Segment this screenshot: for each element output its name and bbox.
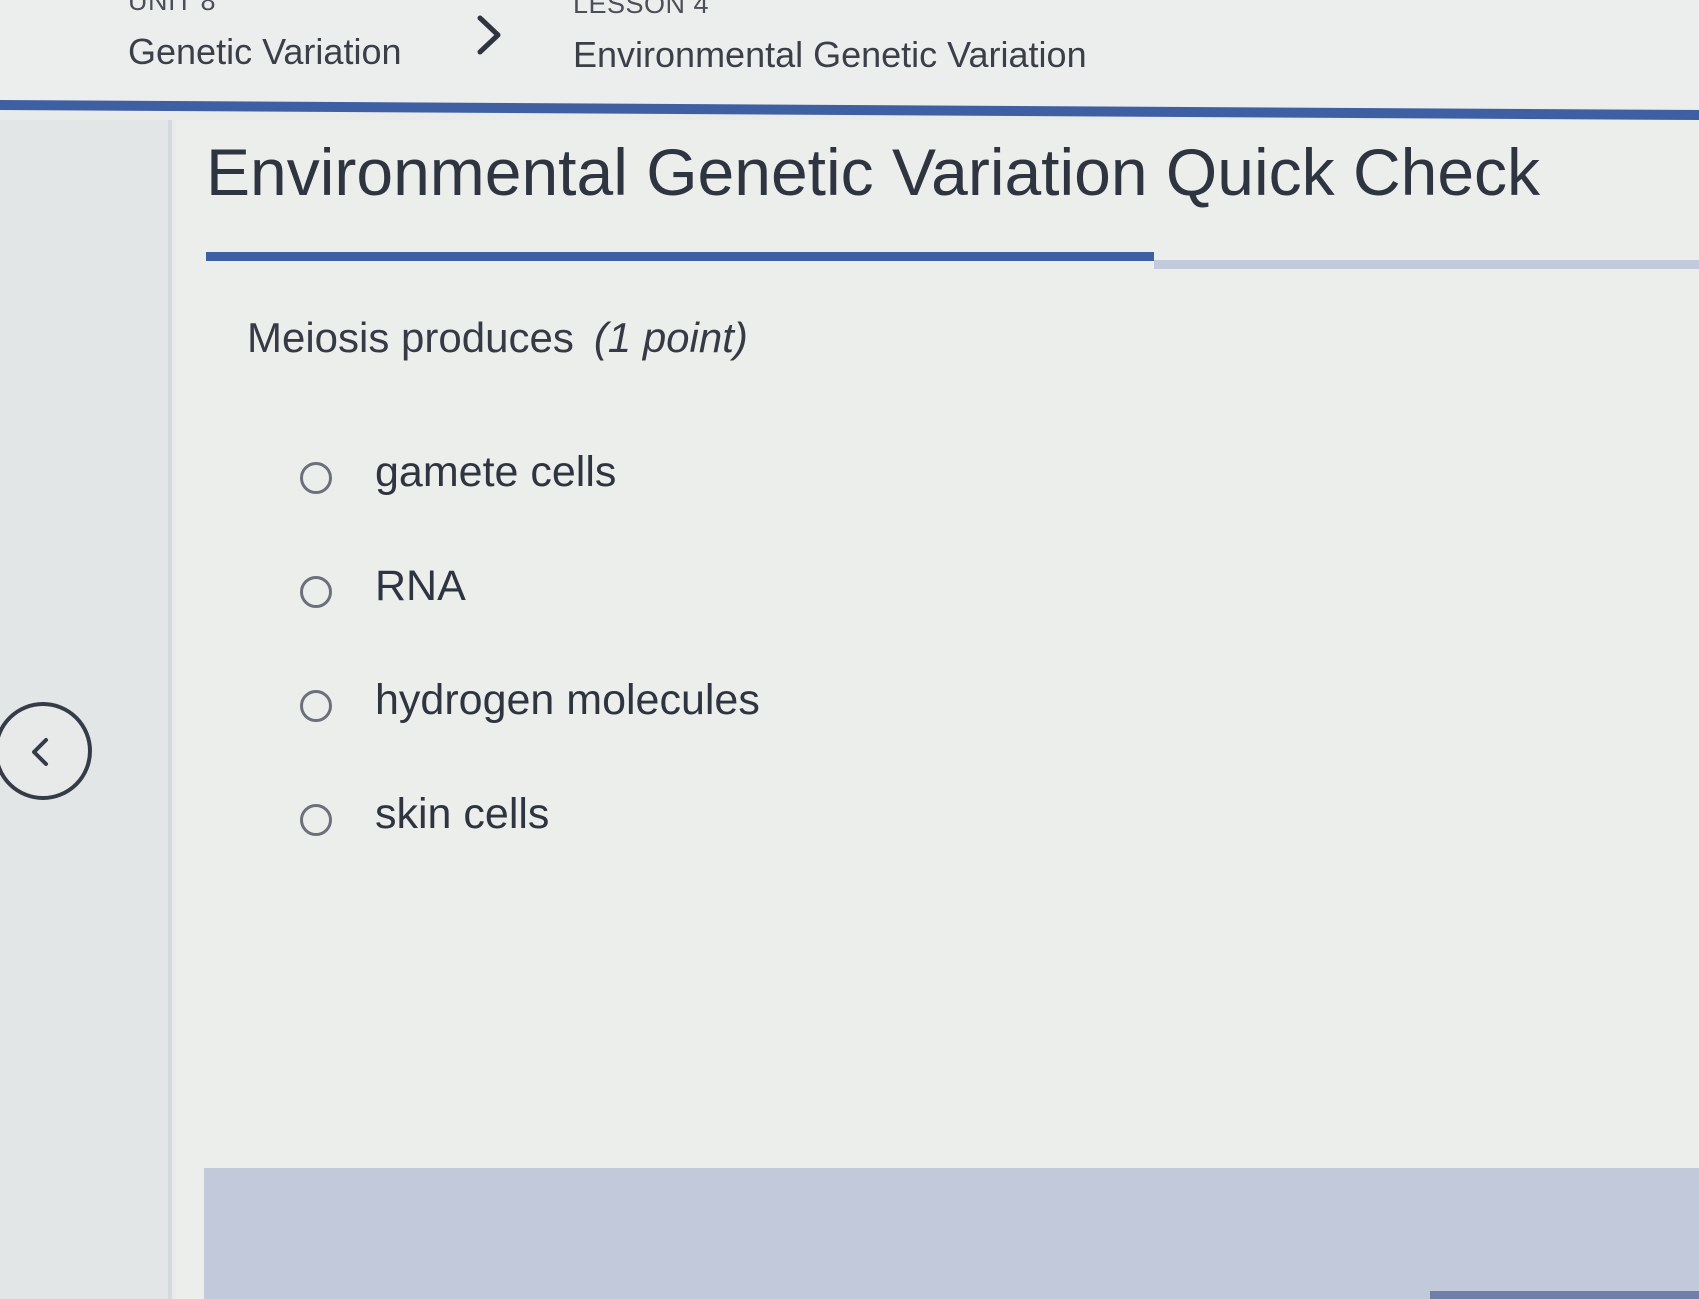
title-underline <box>206 252 1154 261</box>
chevron-left-icon <box>32 738 48 766</box>
radio-button[interactable] <box>300 462 332 494</box>
question-text: Meiosis produces <box>247 314 574 361</box>
top-bar: UNIT 8 Genetic Variation LESSON 4 Enviro… <box>0 0 1699 108</box>
header-divider <box>0 100 1699 120</box>
breadcrumb-unit-title: Genetic Variation <box>128 31 402 72</box>
title-underline-light <box>1154 260 1699 269</box>
footer-accent <box>1430 1291 1699 1299</box>
answer-option-label: skin cells <box>375 790 550 838</box>
breadcrumb-lesson[interactable]: LESSON 4 Environmental Genetic Variation <box>573 0 1087 75</box>
answer-options: gamete cells RNA hydrogen molecules skin… <box>300 442 760 898</box>
answer-option[interactable]: RNA <box>300 556 760 670</box>
footer-panel <box>204 1168 1699 1299</box>
page-title: Environmental Genetic Variation Quick Ch… <box>206 135 1541 209</box>
radio-button[interactable] <box>300 690 332 722</box>
breadcrumb-lesson-title: Environmental Genetic Variation <box>573 34 1087 75</box>
answer-option[interactable]: gamete cells <box>300 442 760 556</box>
radio-button[interactable] <box>300 804 332 836</box>
answer-option-label: RNA <box>375 562 466 610</box>
question-points: (1 point) <box>593 314 748 361</box>
breadcrumb-unit-kicker: UNIT 8 <box>128 0 217 16</box>
answer-option-label: gamete cells <box>375 448 617 496</box>
question-prompt: Meiosis produces (1 point) <box>247 312 748 364</box>
breadcrumb-lesson-kicker: LESSON 4 <box>573 0 710 19</box>
answer-option-label: hydrogen molecules <box>375 676 760 724</box>
answer-option[interactable]: hydrogen molecules <box>300 670 760 784</box>
radio-button[interactable] <box>300 576 332 608</box>
chevron-right-icon <box>477 15 501 55</box>
answer-option[interactable]: skin cells <box>300 784 760 898</box>
breadcrumb-unit[interactable]: UNIT 8 Genetic Variation <box>128 0 401 72</box>
